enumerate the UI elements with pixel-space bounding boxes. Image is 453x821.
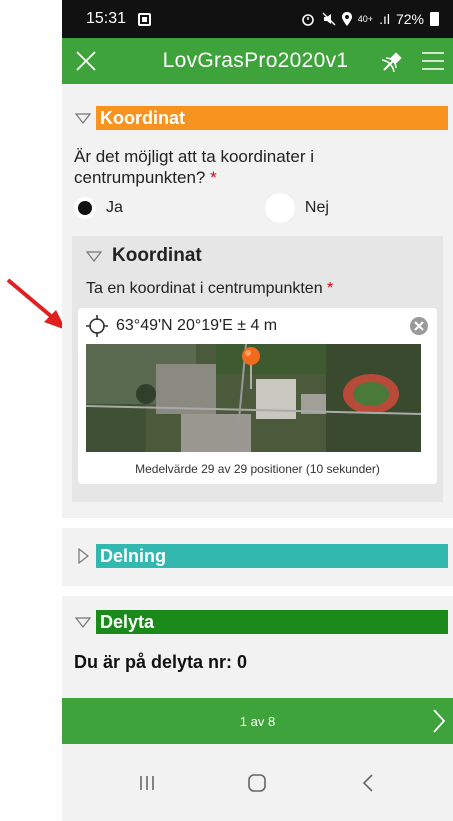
- radio-nej[interactable]: Nej: [264, 193, 329, 223]
- divider: [62, 518, 453, 528]
- delyta-text: Du är på delyta nr: 0: [74, 652, 248, 672]
- page-indicator: 1 av 8: [239, 713, 276, 729]
- radio-ja-label: Ja: [106, 199, 123, 216]
- radio-group: Ja Nej: [62, 188, 453, 223]
- mute-icon: [322, 12, 336, 26]
- status-bar: 15:31 40+ .ıl 72%: [62, 0, 453, 38]
- clear-location-button[interactable]: [409, 316, 429, 336]
- section-delyta-header[interactable]: Delyta: [62, 604, 453, 640]
- signal-icon: .ıl: [379, 11, 390, 27]
- app-bar: LovGrasPro2020v1: [62, 38, 453, 84]
- required-mark: *: [210, 168, 217, 187]
- section-koordinat-title: Koordinat: [96, 106, 448, 130]
- recent-apps-button[interactable]: [117, 763, 177, 803]
- form-content: Koordinat Är det möjligt att ta koordina…: [62, 84, 453, 698]
- collapse-triangle-icon: [74, 613, 92, 631]
- question-label: Är det möjligt att ta koordinater i cent…: [62, 136, 453, 188]
- coordinate-label-text: Ta en koordinat i centrumpunkten: [86, 280, 323, 297]
- alarm-icon: [301, 14, 314, 26]
- close-icon: [76, 51, 96, 71]
- close-button[interactable]: [62, 38, 110, 84]
- collapse-triangle-icon: [74, 109, 92, 127]
- gps-button[interactable]: [373, 38, 413, 84]
- battery-icon: [430, 12, 439, 26]
- radio-ja[interactable]: Ja: [74, 197, 123, 219]
- system-nav-bar: [62, 744, 453, 821]
- question-text: Är det möjligt att ta koordinater i cent…: [74, 147, 315, 187]
- sub-koordinat-card: Koordinat Ta en koordinat i centrumpunkt…: [72, 236, 443, 502]
- home-button[interactable]: [227, 763, 287, 803]
- chevron-right-icon: [433, 709, 446, 733]
- collapse-triangle-icon: [86, 250, 102, 262]
- hamburger-icon: [422, 52, 444, 70]
- home-icon: [248, 773, 267, 792]
- clear-icon: [410, 317, 428, 335]
- coordinate-label: Ta en koordinat i centrumpunkten *: [72, 276, 443, 304]
- battery-percent: 72%: [395, 11, 424, 27]
- notification-icon: [138, 12, 152, 26]
- page-footer: 1 av 8: [62, 698, 453, 744]
- section-delning-header[interactable]: Delning: [62, 538, 453, 574]
- back-icon: [362, 773, 373, 792]
- location-row: 63°49'N 20°19'E ± 4 m: [78, 308, 437, 344]
- menu-button[interactable]: [413, 38, 453, 84]
- sub-koordinat-header[interactable]: Koordinat: [72, 236, 443, 276]
- phone-screen: 15:31 40+ .ıl 72% LovGrasPro2020v1 Koord…: [62, 0, 453, 821]
- sub-koordinat-title: Koordinat: [112, 245, 202, 266]
- radio-nej-label: Nej: [304, 199, 329, 216]
- location-value: 63°49'N 20°19'E ± 4 m: [116, 317, 278, 334]
- red-arrow-annotation: [6, 278, 66, 330]
- section-koordinat-header[interactable]: Koordinat: [62, 100, 453, 136]
- expand-triangle-icon: [74, 547, 92, 565]
- next-page-button[interactable]: [431, 708, 447, 737]
- satellite-icon: [381, 52, 402, 73]
- network-type: 40+: [357, 14, 374, 24]
- app-title: LovGrasPro2020v1: [162, 49, 349, 72]
- average-text: Medelvärde 29 av 29 positioner (10 sekun…: [135, 462, 380, 476]
- recent-apps-icon: [140, 775, 154, 790]
- location-card[interactable]: 63°49'N 20°19'E ± 4 m Medelvärde 29 av 2…: [78, 308, 437, 484]
- back-button[interactable]: [338, 763, 398, 803]
- status-time: 15:31: [86, 10, 127, 27]
- required-mark: *: [327, 280, 334, 297]
- crosshair-icon: [86, 315, 108, 337]
- section-delyta-title: Delyta: [96, 610, 448, 634]
- location-map: [86, 344, 429, 452]
- radio-checked-icon: [74, 197, 96, 219]
- status-right-icons: 40+ .ıl 72%: [300, 11, 439, 27]
- section-delning-title: Delning: [96, 544, 448, 568]
- radio-unchecked-icon: [264, 193, 295, 223]
- divider: [62, 586, 453, 596]
- location-icon: [341, 12, 352, 26]
